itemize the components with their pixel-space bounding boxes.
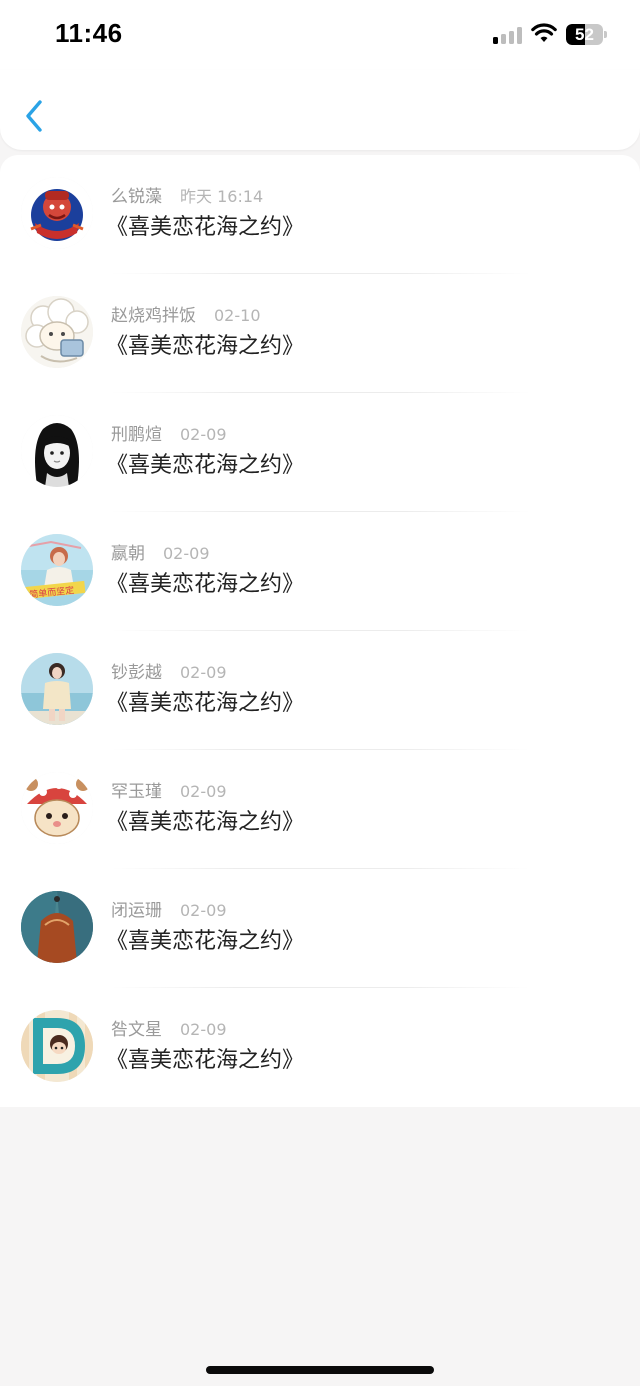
back-button[interactable] [18, 94, 54, 138]
battery-icon: 52 [566, 24, 603, 45]
denim-photo-avatar[interactable] [21, 891, 93, 963]
item-title: 《喜美恋花海之约》 [106, 334, 305, 359]
item-title: 《喜美恋花海之约》 [106, 1048, 305, 1073]
name-line: 闭运珊 02-09 [111, 896, 227, 921]
name-line: 罕玉瑾 02-09 [111, 777, 227, 802]
sheep-cartoon-avatar[interactable] [21, 296, 93, 368]
list-item[interactable]: 简单而坚定 嬴朝 02-09 《喜美恋花海之约》 [0, 512, 640, 631]
item-title: 《喜美恋花海之约》 [106, 810, 305, 835]
list-item[interactable]: 赵烧鸡拌饭 02-10 《喜美恋花海之约》 [0, 274, 640, 393]
red-warrior-avatar[interactable] [21, 177, 93, 249]
user-name: 么锐藻 [111, 187, 162, 207]
beach-girl-avatar[interactable]: 简单而坚定 [21, 534, 93, 606]
list-item[interactable]: 闭运珊 02-09 《喜美恋花海之约》 [0, 869, 640, 988]
post-date: 昨天 16:14 [180, 187, 264, 206]
post-date: 02-09 [180, 782, 227, 801]
item-title: 《喜美恋花海之约》 [106, 929, 305, 954]
home-indicator [206, 1366, 434, 1374]
message-list: 么锐藻 昨天 16:14 《喜美恋花海之约》 赵烧鸡拌饭 02-10 《喜美恋花… [0, 155, 640, 1107]
screen: 11:46 52 么锐藻 昨天 16:14 《喜美恋花海之约》 赵烧鸡拌饭 02… [0, 0, 640, 1386]
item-title: 《喜美恋花海之约》 [106, 691, 305, 716]
status-time: 11:46 [55, 18, 123, 48]
list-item[interactable]: 么锐藻 昨天 16:14 《喜美恋花海之约》 [0, 155, 640, 274]
nav-bar [0, 70, 640, 150]
list-item[interactable]: 咎文星 02-09 《喜美恋花海之约》 [0, 988, 640, 1107]
mushroom-hamster-avatar[interactable] [21, 772, 93, 844]
name-line: 咎文星 02-09 [111, 1015, 227, 1040]
post-date: 02-09 [163, 544, 210, 563]
user-name: 咎文星 [111, 1020, 162, 1040]
user-name: 闭运珊 [111, 901, 162, 921]
list-item[interactable]: 钞彭越 02-09 《喜美恋花海之约》 [0, 631, 640, 750]
name-line: 嬴朝 02-09 [111, 539, 210, 564]
name-line: 么锐藻 昨天 16:14 [111, 182, 264, 207]
user-name: 钞彭越 [111, 663, 162, 683]
item-title: 《喜美恋花海之约》 [106, 215, 305, 240]
battery-cap [604, 31, 607, 38]
battery-level: 52 [575, 25, 594, 44]
user-name: 刑鹏煊 [111, 425, 162, 445]
post-date: 02-09 [180, 901, 227, 920]
seaside-woman-avatar[interactable] [21, 653, 93, 725]
post-date: 02-09 [180, 425, 227, 444]
item-title: 《喜美恋花海之约》 [106, 572, 305, 597]
list-item[interactable]: 罕玉瑾 02-09 《喜美恋花海之约》 [0, 750, 640, 869]
letter-d-avatar[interactable] [21, 1010, 93, 1082]
chevron-left-icon [26, 100, 42, 132]
status-bar: 11:46 52 [0, 0, 640, 70]
user-name: 罕玉瑾 [111, 782, 162, 802]
post-date: 02-10 [214, 306, 261, 325]
post-date: 02-09 [180, 1020, 227, 1039]
cellular-signal-icon [493, 26, 523, 44]
user-name: 嬴朝 [111, 544, 145, 564]
wifi-icon [531, 23, 557, 42]
post-date: 02-09 [180, 663, 227, 682]
name-line: 钞彭越 02-09 [111, 658, 227, 683]
list-item[interactable]: 刑鹏煊 02-09 《喜美恋花海之约》 [0, 393, 640, 512]
name-line: 刑鹏煊 02-09 [111, 420, 227, 445]
user-name: 赵烧鸡拌饭 [111, 306, 196, 326]
sketch-girl-avatar[interactable] [21, 415, 93, 487]
name-line: 赵烧鸡拌饭 02-10 [111, 301, 261, 326]
item-title: 《喜美恋花海之约》 [106, 453, 305, 478]
